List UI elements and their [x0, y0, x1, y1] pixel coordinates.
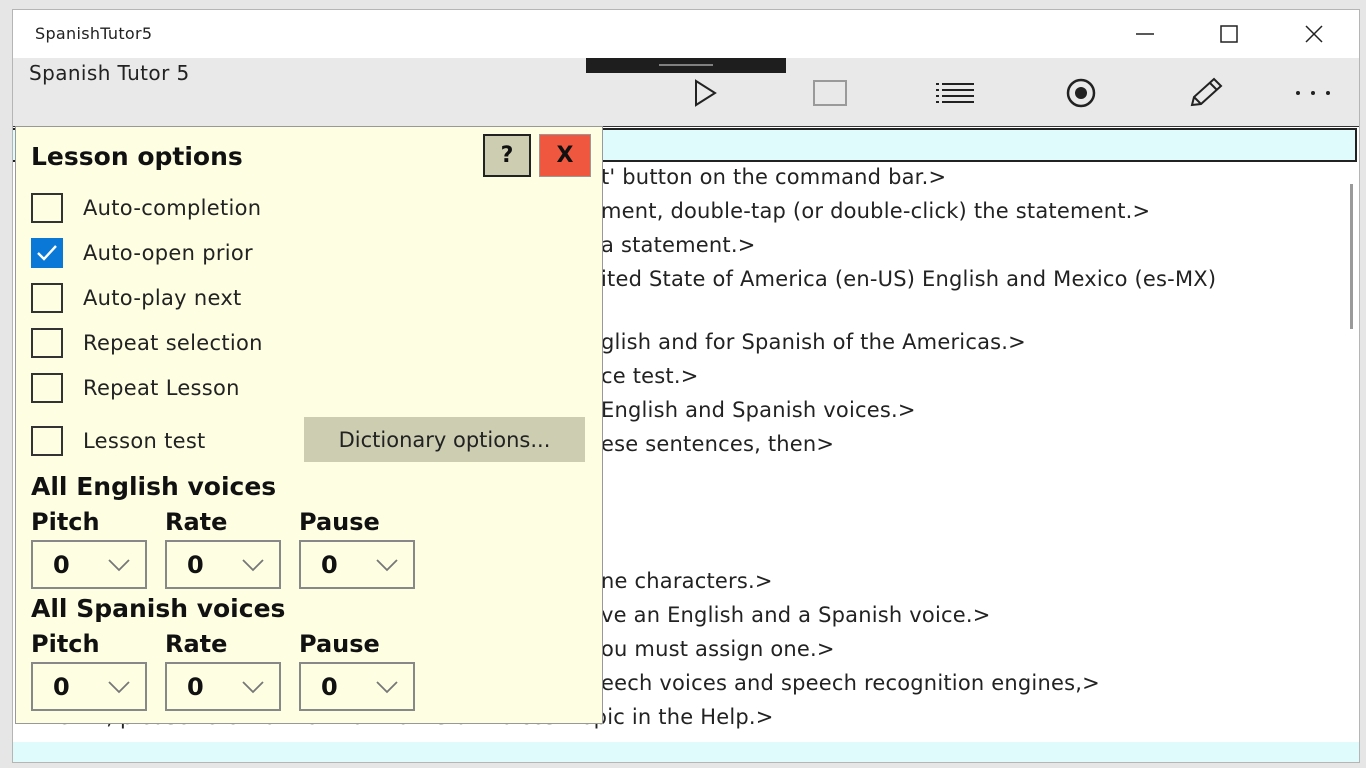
auto-open-prior-label: Auto-open prior: [83, 241, 253, 265]
spanish-pitch-label: Pitch: [31, 630, 100, 658]
spanish-rate-label: Rate: [165, 630, 228, 658]
english-rate-select[interactable]: 0: [165, 540, 281, 589]
english-pause-label: Pause: [299, 508, 380, 536]
app-title: Spanish Tutor 5: [29, 61, 190, 85]
repeat-selection-checkbox[interactable]: [31, 328, 63, 358]
pencil-icon: [1190, 77, 1223, 107]
spanish-pause-value: 0: [321, 673, 338, 701]
statement-line[interactable]: ese sentences, then>: [601, 432, 834, 462]
spanish-rate-select[interactable]: 0: [165, 662, 281, 711]
spanish-pause-select[interactable]: 0: [299, 662, 415, 711]
auto-open-prior-checkbox[interactable]: [31, 238, 63, 268]
repeat-selection-label: Repeat selection: [83, 331, 263, 355]
drag-handle[interactable]: [586, 58, 786, 73]
edit-button[interactable]: [1177, 73, 1237, 113]
close-window-button[interactable]: [1278, 10, 1350, 58]
auto-play-next-option[interactable]: Auto-play next: [31, 282, 242, 314]
statement-line[interactable]: ited State of America (en-US) English an…: [601, 267, 1216, 297]
english-pitch-value: 0: [53, 551, 70, 579]
lesson-test-option[interactable]: Lesson test: [31, 425, 206, 457]
repeat-lesson-label: Repeat Lesson: [83, 376, 240, 400]
auto-play-next-label: Auto-play next: [83, 286, 242, 310]
minimize-button[interactable]: [1109, 10, 1181, 58]
statement-line[interactable]: ou must assign one.>: [601, 637, 835, 667]
chevron-down-icon: [108, 681, 130, 694]
close-icon: [1305, 25, 1323, 43]
auto-play-next-checkbox[interactable]: [31, 283, 63, 313]
chevron-down-icon: [242, 559, 264, 572]
statement-line[interactable]: a statement.>: [601, 233, 756, 263]
lesson-options-panel: Lesson options ? X Auto-completion Auto-o…: [15, 126, 603, 724]
spanish-pause-label: Pause: [299, 630, 380, 658]
stop-button[interactable]: [800, 73, 860, 113]
english-rate-value: 0: [187, 551, 204, 579]
maximize-button[interactable]: [1193, 10, 1265, 58]
english-pause-value: 0: [321, 551, 338, 579]
play-button[interactable]: [675, 73, 735, 113]
chevron-down-icon: [376, 559, 398, 572]
auto-open-prior-option[interactable]: Auto-open prior: [31, 237, 253, 269]
statement-line[interactable]: ne characters.>: [601, 569, 773, 599]
statement-line[interactable]: ce test.>: [601, 364, 699, 394]
list-button[interactable]: [925, 73, 985, 113]
spanish-rate-value: 0: [187, 673, 204, 701]
spanish-pitch-value: 0: [53, 673, 70, 701]
english-rate-label: Rate: [165, 508, 228, 536]
statement-row[interactable]: [13, 742, 1359, 762]
stop-icon: [813, 80, 847, 106]
lesson-test-label: Lesson test: [83, 429, 206, 453]
spanish-pitch-select[interactable]: 0: [31, 662, 147, 711]
record-button[interactable]: [1051, 73, 1111, 113]
app-window: SpanishTutor5 Spanish Tutor 5 t' button …: [12, 9, 1360, 763]
statement-line[interactable]: glish and for Spanish of the Americas.>: [601, 330, 1026, 360]
auto-completion-label: Auto-completion: [83, 196, 262, 220]
maximize-icon: [1220, 25, 1238, 43]
help-button[interactable]: ?: [483, 134, 531, 177]
window-title: SpanishTutor5: [35, 24, 153, 43]
statement-line[interactable]: ment, double-tap (or double-click) the s…: [601, 199, 1150, 229]
command-bar: Spanish Tutor 5: [13, 58, 1359, 126]
auto-completion-option[interactable]: Auto-completion: [31, 192, 261, 224]
checkmark-icon: [37, 245, 57, 261]
record-icon: [1066, 78, 1096, 108]
panel-title: Lesson options: [31, 142, 243, 171]
statement-line[interactable]: t' button on the command bar.>: [601, 165, 946, 195]
english-pitch-label: Pitch: [31, 508, 100, 536]
statement-line[interactable]: eech voices and speech recognition engin…: [601, 671, 1100, 701]
more-icon: [1296, 91, 1330, 95]
english-voices-heading: All English voices: [31, 472, 277, 501]
spanish-voices-heading: All Spanish voices: [31, 594, 286, 623]
repeat-lesson-option[interactable]: Repeat Lesson: [31, 372, 240, 404]
more-button[interactable]: [1283, 73, 1343, 113]
list-icon: [936, 83, 974, 103]
statement-line[interactable]: English and Spanish voices.>: [601, 398, 916, 428]
repeat-selection-option[interactable]: Repeat selection: [31, 327, 263, 359]
title-bar: SpanishTutor5: [13, 10, 1359, 58]
close-panel-button[interactable]: X: [539, 134, 591, 177]
dictionary-options-button[interactable]: Dictionary options...: [304, 417, 585, 462]
repeat-lesson-checkbox[interactable]: [31, 373, 63, 403]
minimize-icon: [1136, 33, 1154, 35]
auto-completion-checkbox[interactable]: [31, 193, 63, 223]
chevron-down-icon: [242, 681, 264, 694]
vertical-scrollbar[interactable]: [1350, 184, 1353, 329]
chevron-down-icon: [376, 681, 398, 694]
english-pitch-select[interactable]: 0: [31, 540, 147, 589]
lesson-test-checkbox[interactable]: [31, 426, 63, 456]
statement-line[interactable]: ve an English and a Spanish voice.>: [601, 603, 991, 633]
chevron-down-icon: [108, 559, 130, 572]
play-icon: [695, 79, 717, 107]
grip-line: [659, 64, 713, 66]
english-pause-select[interactable]: 0: [299, 540, 415, 589]
